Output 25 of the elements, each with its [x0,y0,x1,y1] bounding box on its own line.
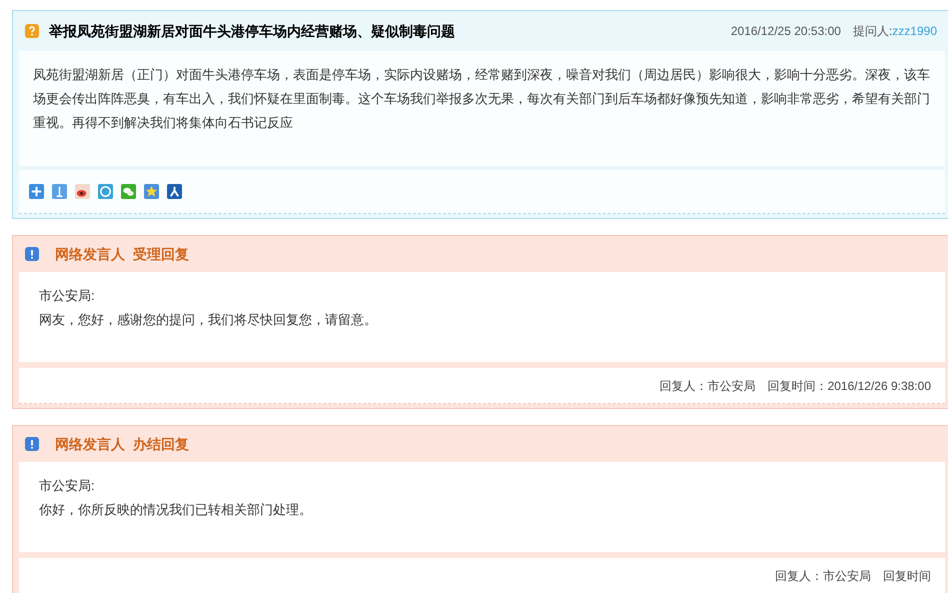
reply-time: 回复时间 [883,568,931,584]
asker-link[interactable]: zzz1990 [892,22,937,40]
chat-icon[interactable] [121,184,136,199]
replier-text: 回复人：市公安局 [775,568,871,584]
star-icon[interactable] [144,184,159,199]
reply-organization: 市公安局: [39,477,96,495]
bar-icon[interactable] [52,184,67,199]
eye-icon[interactable] [75,184,90,199]
question-icon [25,24,39,38]
exclamation-icon [25,437,39,451]
reply-message: 你好，你所反映的情况我们已转相关部门处理。 [39,501,313,519]
question-body: 凤苑街盟湖新居（正门）对面牛头港停车场，表面是停车场，实际内设赌场，经常赌到深夜，噪音对我们（周边居民）影响很大，影响十分恶劣。深夜，该车场更会传出阵阵恶臭，有车出入，我们怀疑在里面制毒。这个车场我们举报多次无果，每次有关部门到后车场都好像预先知道，影响非常恶劣，希望有关部门重视。再得不到解决我们将集体向石书记反应 [19,51,945,166]
question-title: 举报凤苑街盟湖新居对面牛头港停车场内经营赌场、疑似制毒问题 [49,22,455,40]
plus-icon[interactable] [29,184,44,199]
exclamation-icon [25,247,39,261]
figure-icon[interactable] [167,184,182,199]
reply-time: 回复时间：2016/12/26 9:38:00 [768,378,931,394]
replier-text: 回复人：市公安局 [660,378,756,394]
asker-label: 提问人: [852,23,892,40]
ring-icon[interactable] [98,184,113,199]
reply-organization: 市公安局: [39,287,96,305]
question-date: 2016/12/25 20:53:00 [730,23,841,40]
reply-message: 网友，您好，感谢您的提问，我们将尽快回复您，请留意。 [39,311,378,329]
reply-title: 网络发言人 受理回复 [55,244,189,264]
reply-title: 网络发言人 办结回复 [55,434,189,454]
